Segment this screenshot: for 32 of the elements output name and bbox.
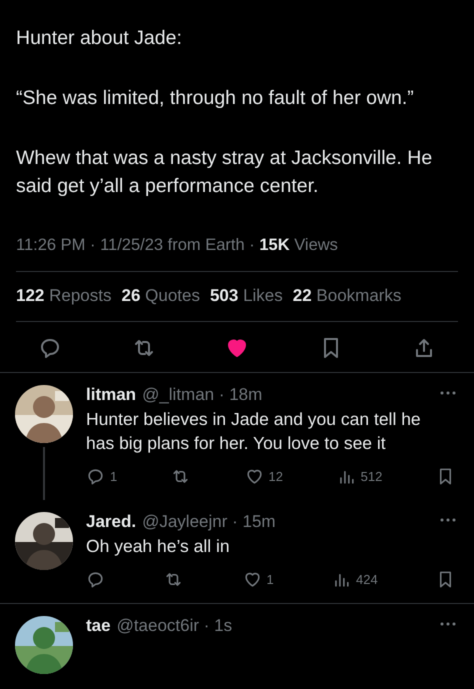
comment-icon bbox=[86, 570, 105, 589]
heart-icon bbox=[242, 570, 262, 589]
post-text: Hunter about Jade: bbox=[16, 26, 183, 51]
stat-link[interactable]: 122 Reposts bbox=[16, 286, 112, 306]
like-button[interactable]: 12 bbox=[244, 467, 283, 486]
user-handle: @_litman · 18m bbox=[142, 385, 262, 405]
stat-link[interactable]: 22 Bookmarks bbox=[292, 286, 402, 306]
like-button[interactable]: 1 bbox=[242, 570, 274, 589]
user-handle: @Jayleejnr · 15m bbox=[142, 512, 276, 532]
post-meta: 11:26 PM · 11/25/23 from Earth · 15K Views bbox=[16, 235, 339, 256]
post-text: Whew that was a nasty stray at Jacksonville. He said get y’all a performance center. bbox=[16, 146, 434, 199]
user-name[interactable]: tae bbox=[86, 616, 111, 636]
reply-text: Hunter believes in Jade and you can tell he has big plans for her. You love to see it bbox=[86, 408, 422, 455]
post-text: “She was limited, through no fault of her own.” bbox=[16, 86, 415, 111]
more-icon[interactable] bbox=[440, 622, 456, 626]
more-icon[interactable] bbox=[440, 391, 456, 395]
stat-link[interactable]: 26 Quotes bbox=[121, 286, 200, 306]
more-icon[interactable] bbox=[440, 518, 456, 522]
user-name[interactable]: litman bbox=[86, 385, 136, 405]
repost-icon bbox=[170, 467, 190, 486]
reply-button[interactable]: 1 bbox=[86, 467, 118, 486]
reply-text: Oh yeah he’s all in bbox=[86, 535, 231, 558]
repost-icon bbox=[164, 570, 184, 589]
comment-icon bbox=[38, 336, 62, 360]
heart-icon bbox=[244, 467, 264, 486]
comment-icon bbox=[86, 467, 105, 486]
reply-button[interactable] bbox=[38, 336, 62, 360]
views-button[interactable]: 424 bbox=[332, 570, 378, 589]
views-button[interactable]: 512 bbox=[336, 467, 382, 486]
stat-link[interactable]: 503 Likes bbox=[210, 286, 283, 306]
user-name[interactable]: Jared. bbox=[86, 512, 136, 532]
user-handle: @taeoct6ir · 1s bbox=[116, 616, 232, 636]
